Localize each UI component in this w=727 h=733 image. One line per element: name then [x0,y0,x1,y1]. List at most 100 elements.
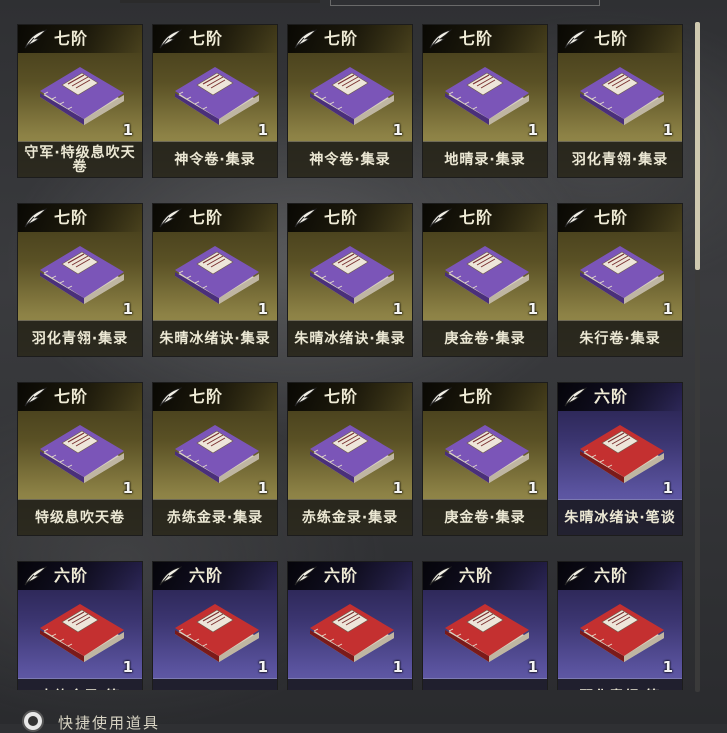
book-icon [437,413,533,489]
book-icon [32,592,128,668]
item-count: 1 [257,300,268,318]
quill-icon [22,565,48,587]
quill-icon [292,207,318,229]
item-card[interactable]: 七阶 1 特级息吹天卷 [17,382,144,536]
item-name: 羽化青翎·笔 [558,678,682,690]
item-card[interactable]: 六阶 1 [287,561,414,690]
book-icon [437,234,533,310]
item-name: 庚金卷·集录 [423,499,547,535]
item-count: 1 [392,479,403,497]
item-name: 赤练金录·笔 [18,678,142,690]
item-card[interactable]: 七阶 1 庚金卷·集录 [422,203,549,357]
item-count: 1 [662,658,673,676]
item-name: 赤练金录·集录 [153,499,277,535]
quill-icon [292,386,318,408]
item-card[interactable]: 七阶 1 神令卷·集录 [287,24,414,178]
item-card[interactable]: 七阶 1 羽化青翎·集录 [557,24,684,178]
quill-icon [427,565,453,587]
quill-icon [427,28,453,50]
item-name [153,678,277,690]
item-name: 神令卷·集录 [288,141,412,177]
item-count: 1 [527,121,538,139]
item-name: 神令卷·集录 [153,141,277,177]
item-card[interactable]: 七阶 1 赤练金录·集录 [152,382,279,536]
book-icon [32,55,128,131]
item-name: 守军·特级息吹天卷 [18,141,142,177]
item-count: 1 [527,658,538,676]
book-icon [32,234,128,310]
item-card[interactable]: 七阶 1 地晴录·集录 [422,24,549,178]
quill-icon [562,565,588,587]
book-icon [437,55,533,131]
item-count: 1 [257,479,268,497]
scrollbar-thumb[interactable] [695,22,700,270]
quill-icon [157,386,183,408]
book-icon [302,234,398,310]
item-card[interactable]: 七阶 1 守军·特级息吹天卷 [17,24,144,178]
quill-icon [157,207,183,229]
quill-icon [157,565,183,587]
book-icon [32,413,128,489]
item-count: 1 [392,300,403,318]
item-count: 1 [122,300,133,318]
item-count: 1 [122,658,133,676]
inventory-viewport: 七阶 1 守军·特级息吹天卷 七阶 1 神令卷·集录 七阶 1 神令卷·集录 七阶 1 地晴录·集录七… [0,0,695,690]
quill-icon [562,28,588,50]
item-card[interactable]: 七阶 1 朱晴冰绪诀·集录 [152,203,279,357]
book-icon [572,234,668,310]
item-count: 1 [122,479,133,497]
item-name: 朱晴冰绪诀·集录 [288,320,412,356]
item-name: 特级息吹天卷 [18,499,142,535]
item-card[interactable]: 七阶 1 赤练金录·集录 [287,382,414,536]
book-icon [302,55,398,131]
item-card[interactable]: 七阶 1 羽化青翎·集录 [17,203,144,357]
item-name: 朱晴冰绪诀·集录 [153,320,277,356]
book-icon [302,592,398,668]
item-count: 1 [257,658,268,676]
item-count: 1 [662,479,673,497]
book-icon [167,55,263,131]
item-count: 1 [527,300,538,318]
book-icon [572,55,668,131]
quill-icon [292,565,318,587]
quill-icon [22,386,48,408]
item-count: 1 [662,300,673,318]
book-icon [167,234,263,310]
item-card[interactable]: 七阶 1 神令卷·集录 [152,24,279,178]
item-card[interactable]: 六阶 1 [152,561,279,690]
quick-use-icon[interactable] [22,710,44,732]
item-card[interactable]: 六阶 1 朱晴冰绪诀·笔谈 [557,382,684,536]
item-name: 地晴录·集录 [423,141,547,177]
item-name: 赤练金录·集录 [288,499,412,535]
item-name [423,678,547,690]
quill-icon [22,28,48,50]
item-card[interactable]: 六阶1赤练金录·笔 [17,561,144,690]
item-card[interactable]: 七阶 1 朱行卷·集录 [557,203,684,357]
book-icon [572,413,668,489]
item-count: 1 [392,658,403,676]
quick-use-label[interactable]: 快捷使用道具 [58,712,160,733]
item-count: 1 [527,479,538,497]
item-name: 庚金卷·集录 [423,320,547,356]
item-name [288,678,412,690]
inventory-scrollbar[interactable] [695,22,700,692]
item-count: 1 [662,121,673,139]
quill-icon [292,28,318,50]
book-icon [167,413,263,489]
book-icon [572,592,668,668]
item-card[interactable]: 七阶 1 朱晴冰绪诀·集录 [287,203,414,357]
item-name: 朱晴冰绪诀·笔谈 [558,499,682,535]
item-name: 羽化青翎·集录 [558,141,682,177]
item-card[interactable]: 六阶1羽化青翎·笔 [557,561,684,690]
item-card[interactable]: 七阶 1 庚金卷·集录 [422,382,549,536]
item-name: 羽化青翎·集录 [18,320,142,356]
item-count: 1 [257,121,268,139]
quill-icon [562,207,588,229]
quill-icon [22,207,48,229]
item-card[interactable]: 六阶 1 [422,561,549,690]
quill-icon [562,386,588,408]
book-icon [302,413,398,489]
book-icon [167,592,263,668]
item-name: 朱行卷·集录 [558,320,682,356]
item-count: 1 [122,121,133,139]
